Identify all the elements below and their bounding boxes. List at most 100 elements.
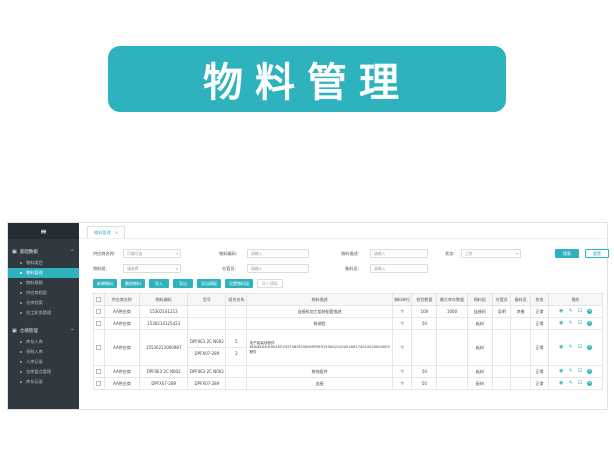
col-group[interactable]: 物料组 <box>466 293 494 306</box>
pencil-icon[interactable]: ✎ <box>569 309 573 314</box>
category-select[interactable]: 请选择 ▾ <box>123 264 181 273</box>
table-header-row: 供应商名称 物料编码 型号 组合关系 物料描述 物料单位 检验数量 最大库存数量… <box>93 293 603 306</box>
export-button[interactable]: 导出 <box>173 279 193 288</box>
cell-status: 正常 <box>529 377 550 390</box>
col-actions: 操作 <box>548 293 603 306</box>
arrow-circle-icon[interactable]: ➜ <box>586 321 592 326</box>
export-template-button[interactable]: 导出模板 <box>197 279 221 288</box>
chevron-up-icon: ^ <box>70 328 74 333</box>
sidebar-item-in-records[interactable]: 入库记录 <box>8 357 79 367</box>
row-checkbox-cell[interactable] <box>93 377 105 390</box>
import-button[interactable]: 导入 <box>149 279 169 288</box>
search-button[interactable]: 搜索 <box>555 249 579 258</box>
cell-actions: ◉ ✎ ⊡ ➜ <box>548 305 603 318</box>
arrow-circle-icon[interactable]: ➜ <box>586 369 592 374</box>
arrow-circle-icon[interactable]: ➜ <box>586 381 592 386</box>
import-template-button[interactable]: 导入模板 <box>257 279 283 288</box>
sidebar-item-supplier[interactable]: 供应商档案 <box>8 288 79 298</box>
material-desc-input[interactable]: 请输入 <box>370 249 428 258</box>
sidebar-item-material-category[interactable]: 物料类目 <box>8 258 79 268</box>
bullet-icon <box>20 302 22 304</box>
material-code-input[interactable]: 请输入 <box>247 249 309 258</box>
arrow-circle-icon[interactable]: ➜ <box>586 309 592 314</box>
cell-supplier: AA供应商 <box>103 329 140 366</box>
sidebar-item-material-management[interactable]: 物料管理 <box>8 268 79 278</box>
cell-buyer <box>510 329 531 366</box>
trash-icon[interactable]: ⊡ <box>578 321 582 326</box>
checkbox[interactable] <box>96 296 102 302</box>
eye-icon[interactable]: ◉ <box>559 309 563 314</box>
col-qty[interactable]: 检验数量 <box>411 293 438 306</box>
sidebar-item-stock-records[interactable]: 库存记录 <box>8 377 79 387</box>
col-max[interactable]: 最大库存数量 <box>436 293 468 306</box>
eye-icon[interactable]: ◉ <box>559 369 563 374</box>
delete-material-button[interactable]: 删除物料 <box>121 279 145 288</box>
checkbox[interactable] <box>96 368 102 374</box>
pencil-icon[interactable]: ✎ <box>569 345 573 350</box>
checkbox[interactable] <box>96 344 102 350</box>
col-code[interactable]: 物料编码 <box>138 293 189 306</box>
reset-button[interactable]: 重置 <box>585 249 609 258</box>
keeper-input[interactable]: 请输入 <box>247 264 309 273</box>
col-unit[interactable]: 物料单位 <box>391 293 413 306</box>
sidebar-item-stock-in[interactable]: 库存入库 <box>8 337 79 347</box>
cell-unit: 个 <box>391 317 413 330</box>
sidebar-item-inventory-check[interactable]: 仓库盘点管理 <box>8 367 79 377</box>
arrow-circle-icon[interactable]: ➜ <box>586 345 592 350</box>
sidebar-group-label: 基础数据 <box>19 249 38 255</box>
sidebar-group-warehouse[interactable]: ▣ 仓储管理 ^ <box>8 324 79 337</box>
col-supplier[interactable]: 供应商名称 <box>103 293 140 306</box>
sidebar-item-warehouse[interactable]: 仓库档案 <box>8 298 79 308</box>
eye-icon[interactable]: ◉ <box>559 321 563 326</box>
trash-icon[interactable]: ⊡ <box>578 381 582 386</box>
select-all-checkbox[interactable] <box>93 293 105 306</box>
app-window: ≡ ▣ 基础数据 ^ 物料类目 物料管理 物料规格 供应商档案 仓库档案 员工职… <box>7 222 609 410</box>
status-select[interactable]: 正常 ▾ <box>461 249 521 258</box>
eye-icon[interactable]: ◉ <box>559 345 563 350</box>
table-row[interactable]: AA供应商 15302141213 连接机加工组装配套描述 个 100 1000… <box>93 305 603 318</box>
title-banner: 物料管理 <box>108 46 506 112</box>
trash-icon[interactable]: ⊡ <box>578 369 582 374</box>
col-status[interactable]: 状态 <box>529 293 550 306</box>
menu-toggle-button[interactable]: ≡ <box>8 223 79 239</box>
col-model[interactable]: 型号 <box>187 293 227 306</box>
sidebar-group-basic[interactable]: ▣ 基础数据 ^ <box>8 245 79 258</box>
supplier-select[interactable]: 可输可选 ▾ <box>123 249 181 258</box>
cell-buyer: 李勇 <box>510 305 531 318</box>
close-icon[interactable]: × <box>115 230 119 235</box>
sidebar-item-material-spec[interactable]: 物料规格 <box>8 278 79 288</box>
menu-icon: ≡ <box>40 226 47 236</box>
table-row[interactable]: AA供应商 DPFX07-289 DPFX07-289 连接 个 50 板材 正… <box>93 377 603 390</box>
col-relation[interactable]: 组合关系 <box>225 293 248 306</box>
eye-icon[interactable]: ◉ <box>559 381 563 386</box>
cell-supplier: AA供应商 <box>103 365 140 378</box>
buyer-input[interactable]: 请输入 <box>370 264 428 273</box>
pencil-icon[interactable]: ✎ <box>569 381 573 386</box>
add-material-button[interactable]: 新增物料 <box>93 279 117 288</box>
col-buyer[interactable]: 备料员 <box>510 293 531 306</box>
row-checkbox-cell[interactable] <box>93 365 105 378</box>
row-checkbox-cell[interactable] <box>93 305 105 318</box>
tab-material-management[interactable]: 物料管理 × <box>87 226 126 238</box>
sidebar-item-label: 物料类目 <box>26 260 43 265</box>
sidebar-item-label: 员工职务管理 <box>26 310 52 315</box>
checkbox[interactable] <box>96 320 102 326</box>
table-row[interactable]: AA供应商 15530213000987 DPF0E3 2C N002 DPFX… <box>93 329 603 366</box>
row-checkbox-cell[interactable] <box>93 329 105 366</box>
trash-icon[interactable]: ⊡ <box>578 309 582 314</box>
checkbox[interactable] <box>96 380 102 386</box>
col-keeper[interactable]: 仓管员 <box>492 293 512 306</box>
sidebar-item-purchase-in[interactable]: 采购入库 <box>8 347 79 357</box>
col-desc[interactable]: 物料描述 <box>246 293 393 306</box>
pencil-icon[interactable]: ✎ <box>569 321 573 326</box>
trash-icon[interactable]: ⊡ <box>578 345 582 350</box>
cell-relation <box>225 377 248 390</box>
pencil-icon[interactable]: ✎ <box>569 369 573 374</box>
table-row[interactable]: AA供应商 15302141254​23 统调程 个 50 板材 正常 ◉ ✎ <box>93 317 603 330</box>
checkbox[interactable] <box>96 308 102 314</box>
row-checkbox-cell[interactable] <box>93 317 105 330</box>
bullet-icon <box>20 262 22 264</box>
sidebar-item-staff[interactable]: 员工职务管理 <box>8 308 79 318</box>
set-group-button[interactable]: 设置物料组 <box>225 279 253 288</box>
table-row[interactable]: AA供应商 DPF0E3 2C N002 DPF0E3 2C N002 装饰组件… <box>93 365 603 378</box>
